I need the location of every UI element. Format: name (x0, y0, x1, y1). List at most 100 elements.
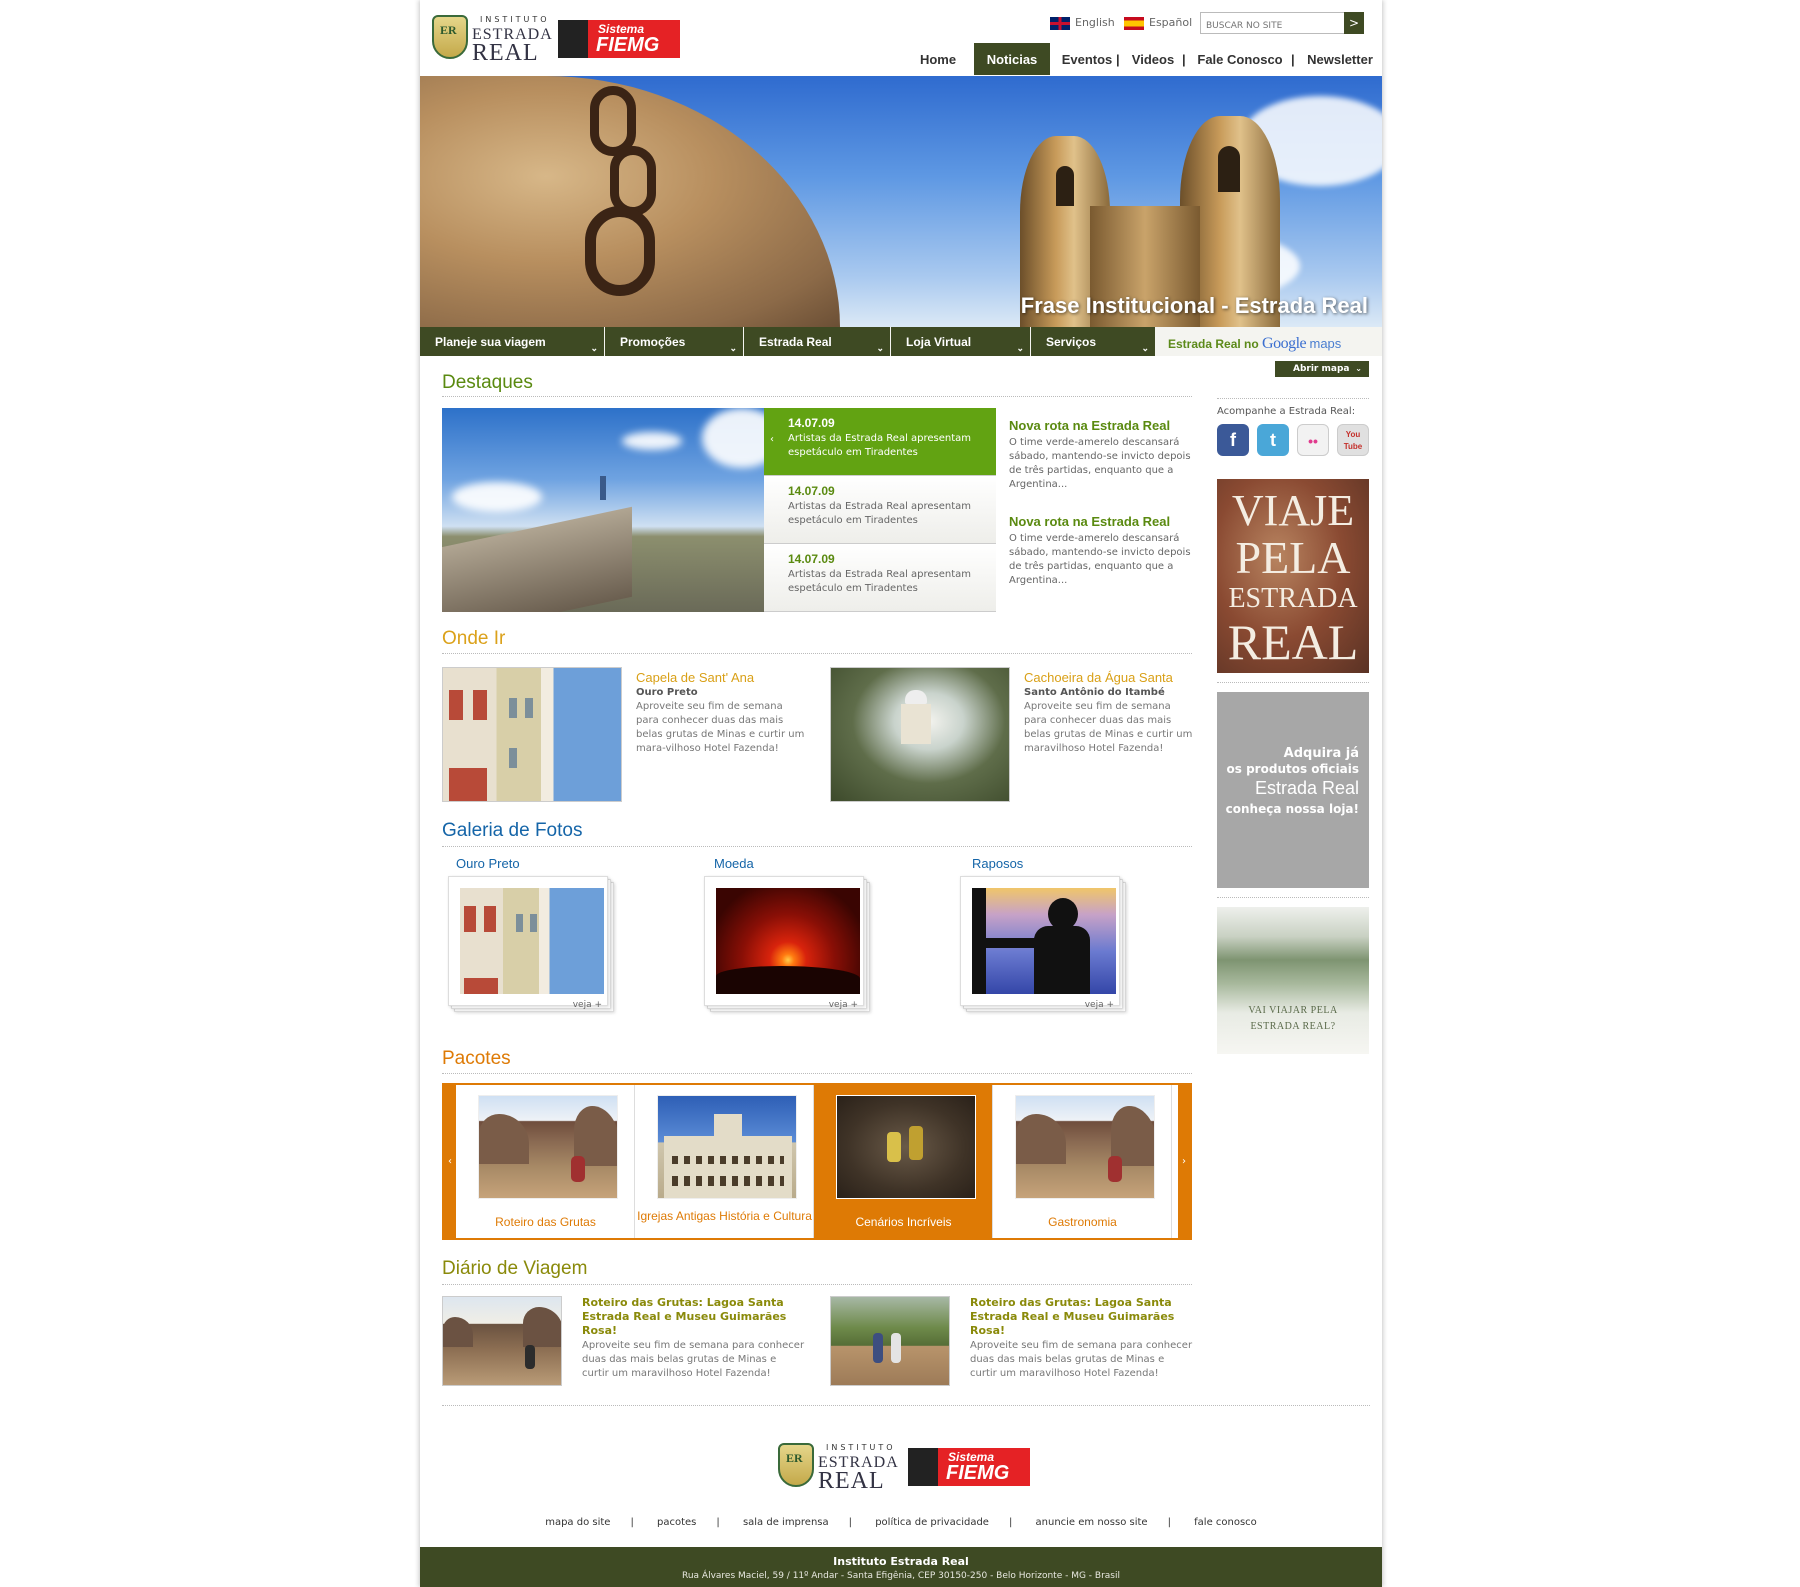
footer-instituto-logo[interactable]: ER INSTITUTO ESTRADA REAL (778, 1440, 898, 1494)
door (464, 978, 498, 994)
flickr-icon[interactable]: •• (1297, 424, 1329, 456)
gallery-stack[interactable]: veja + (448, 876, 618, 1016)
onde-ir-thumbnail[interactable] (442, 667, 622, 802)
nav-newsletter[interactable]: Newsletter (1300, 43, 1380, 75)
vai-viajar-banner[interactable]: VAI VIAJAR PELA ESTRADA REAL? (1217, 907, 1369, 1054)
chevron-down-icon: ⌄ (1141, 343, 1149, 353)
chevron-right-icon[interactable]: › (1178, 1085, 1190, 1238)
footer-link-imprensa[interactable]: sala de imprensa (743, 1517, 829, 1528)
viaje-word: VIAJE (1231, 486, 1355, 535)
menu-planeje[interactable]: Planeje sua viagem ⌄ (420, 327, 604, 356)
gallery-stack[interactable]: veja + (960, 876, 1130, 1016)
nav-noticias[interactable]: Noticias (974, 43, 1050, 75)
menu-promocoes[interactable]: Promoções ⌄ (605, 327, 743, 356)
diario-thumbnail[interactable] (830, 1296, 950, 1386)
silhouette-body (1034, 926, 1090, 994)
viaje-word: PELA (1235, 532, 1351, 583)
news-title[interactable]: Nova rota na Estrada Real (1009, 514, 1191, 529)
rock (443, 1317, 473, 1347)
language-spanish[interactable]: Español (1124, 16, 1192, 30)
uk-flag-icon (1050, 16, 1070, 30)
cloud (622, 432, 682, 450)
see-more-link[interactable]: veja + (829, 1000, 858, 1010)
diario-title[interactable]: Roteiro das Grutas: Lagoa Santa Estrada … (582, 1296, 806, 1338)
nav-separator: | (1182, 52, 1186, 67)
fiemg-mark (558, 20, 588, 58)
destaque-date: 14.07.09 (788, 552, 835, 566)
menu-label: Estrada Real (759, 335, 832, 349)
diario-title[interactable]: Roteiro das Grutas: Lagoa Santa Estrada … (970, 1296, 1194, 1338)
language-english[interactable]: English (1050, 16, 1115, 30)
destaque-item[interactable]: 14.07.09 Artistas da Estrada Real aprese… (764, 544, 996, 612)
search-button[interactable]: > (1344, 12, 1364, 34)
gallery-stack[interactable]: veja + (704, 876, 874, 1016)
logo-small-text: INSTITUTO (480, 15, 550, 24)
twitter-icon[interactable]: t (1257, 424, 1289, 456)
news-item: Nova rota na Estrada Real O time verde-a… (1009, 514, 1191, 588)
nav-fale-conosco[interactable]: Fale Conosco (1192, 43, 1288, 75)
windows (672, 1176, 784, 1186)
see-more-link[interactable]: veja + (573, 1000, 602, 1010)
footer-link-anuncie[interactable]: anuncie em nosso site (1036, 1517, 1148, 1528)
destaque-item[interactable]: ‹ 14.07.09 Artistas da Estrada Real apre… (764, 408, 996, 476)
onde-ir-text: Aproveite seu fim de semana para conhece… (636, 701, 805, 754)
destaque-text: Artistas da Estrada Real apresentam espe… (788, 501, 972, 526)
language-label: Español (1149, 16, 1193, 29)
footer-link-mapa[interactable]: mapa do site (545, 1517, 610, 1528)
divider (442, 1284, 1192, 1285)
youtube-icon[interactable]: You Tube (1337, 424, 1369, 456)
chain-ring (585, 206, 655, 296)
onde-ir-title[interactable]: Cachoeira da Água Santa (1024, 670, 1196, 685)
onde-ir-thumbnail[interactable] (830, 667, 1010, 802)
chevron-left-icon[interactable]: ‹ (444, 1085, 456, 1238)
gallery-photo (460, 888, 604, 994)
cyclist (1108, 1156, 1122, 1182)
footer-separator: | (848, 1517, 853, 1528)
page: ER INSTITUTO ESTRADA REAL Sistema FIEMG … (420, 0, 1382, 1587)
diario-thumbnail[interactable] (442, 1296, 562, 1386)
church-window (1056, 166, 1074, 206)
search-box: > (1200, 12, 1364, 36)
viaje-banner[interactable]: VIAJE PELA ESTRADA REAL (1217, 479, 1369, 673)
facebook-icon[interactable]: f (1217, 424, 1249, 456)
top-navigation: Home Noticias Eventos | Videos | Fale Co… (910, 43, 1382, 75)
vai-line: ESTRADA REAL? (1250, 1021, 1336, 1032)
open-map-button[interactable]: Abrir mapa ⌄ (1275, 361, 1369, 377)
onde-ir-title[interactable]: Capela de Sant' Ana (636, 670, 806, 685)
cloud (452, 482, 542, 512)
pacote-item[interactable]: Cenários Incríveis (814, 1085, 993, 1238)
pacote-item[interactable]: Gastronomia (993, 1085, 1172, 1238)
footer-link-pacotes[interactable]: pacotes (657, 1517, 696, 1528)
nav-eventos[interactable]: Eventos (1058, 43, 1116, 75)
footer-link-fale-conosco[interactable]: fale conosco (1194, 1517, 1257, 1528)
loja-banner[interactable]: Adquira já os produtos oficiais Estrada … (1217, 692, 1369, 888)
destaque-item[interactable]: 14.07.09 Artistas da Estrada Real aprese… (764, 476, 996, 544)
search-input[interactable] (1201, 16, 1341, 36)
menu-estrada-real[interactable]: Estrada Real ⌄ (744, 327, 890, 356)
footer-fiemg-logo[interactable]: Sistema FIEMG (908, 1448, 1030, 1486)
pacote-item[interactable]: Roteiro das Grutas (456, 1085, 635, 1238)
loja-line: Adquira já (1283, 746, 1359, 761)
google-maps-link[interactable]: Estrada Real no Google maps (1168, 335, 1341, 353)
rock (523, 1307, 561, 1347)
hill (716, 966, 860, 994)
destaque-image[interactable] (442, 408, 764, 612)
pacote-item[interactable]: Igrejas Antigas História e Cultura (635, 1085, 814, 1238)
sistema-fiemg-logo[interactable]: Sistema FIEMG (558, 20, 680, 58)
diario-text: Aproveite seu fim de semana para conhece… (582, 1340, 805, 1379)
divider (1217, 398, 1369, 399)
news-title[interactable]: Nova rota na Estrada Real (1009, 418, 1191, 433)
nav-videos[interactable]: Videos (1126, 43, 1180, 75)
see-more-link[interactable]: veja + (1085, 1000, 1114, 1010)
gallery-label[interactable]: Moeda (714, 856, 754, 871)
menu-servicos[interactable]: Serviços ⌄ (1031, 327, 1155, 356)
footer-link-privacidade[interactable]: política de privacidade (875, 1517, 989, 1528)
vai-line: VAI VIAJAR PELA (1248, 1005, 1338, 1016)
menu-loja-virtual[interactable]: Loja Virtual ⌄ (891, 327, 1030, 356)
silhouette-arm (986, 938, 1042, 948)
gallery-label[interactable]: Ouro Preto (456, 856, 520, 871)
instituto-estrada-real-logo[interactable]: ER INSTITUTO ESTRADA REAL (432, 12, 552, 66)
gallery-label[interactable]: Raposos (972, 856, 1023, 871)
nav-home[interactable]: Home (910, 43, 966, 75)
pacotes-carousel: ‹ Roteiro das Grutas Igrejas Antigas His… (442, 1083, 1192, 1240)
